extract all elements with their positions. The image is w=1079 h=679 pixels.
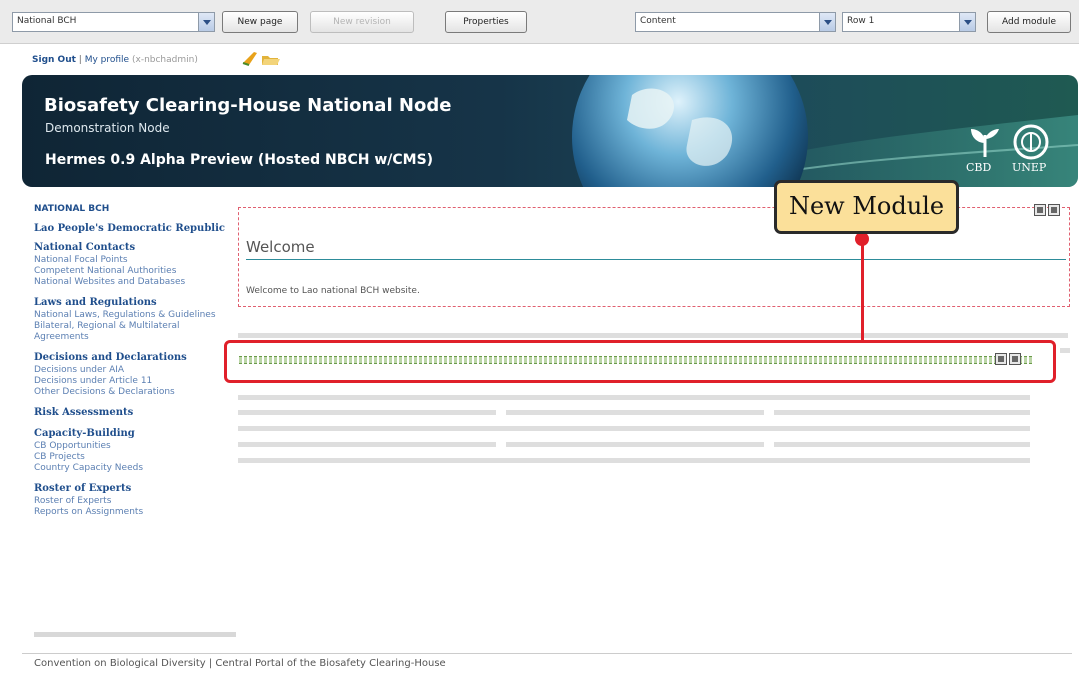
edit-mode-icons <box>242 52 280 66</box>
chevron-down-icon[interactable] <box>819 13 835 31</box>
edit-pencil-icon[interactable] <box>242 52 257 66</box>
nav-link[interactable]: Other Decisions & Declarations <box>34 387 234 398</box>
nav-link[interactable]: CB Opportunities <box>34 441 234 452</box>
nav-heading[interactable]: National Contacts <box>34 242 234 254</box>
footer: Convention on Biological Diversity | Cen… <box>34 658 446 669</box>
placeholder-bar <box>238 458 1030 463</box>
new-module-placeholder <box>239 356 1032 364</box>
site-banner: Biosafety Clearing-House National Node D… <box>22 75 1078 187</box>
nav-group-roster-experts: Roster of Experts Roster of Experts Repo… <box>34 483 234 518</box>
welcome-text: Welcome to Lao national BCH website. <box>246 286 420 296</box>
banner-version: Hermes 0.9 Alpha Preview (Hosted NBCH w/… <box>45 152 434 168</box>
nav-group-laws-regulations: Laws and Regulations National Laws, Regu… <box>34 297 234 343</box>
username-label: (x-nbchadmin) <box>131 55 198 65</box>
nav-link[interactable]: National Focal Points <box>34 255 234 266</box>
new-module-controls <box>995 350 1025 365</box>
nav-heading[interactable]: Capacity-Building <box>34 428 234 440</box>
new-module-highlight[interactable] <box>224 340 1056 383</box>
placeholder-bar <box>1060 348 1070 353</box>
edit-module-icon[interactable] <box>995 353 1007 365</box>
nav-group-risk-assessments: Risk Assessments <box>34 407 234 419</box>
placeholder-bar <box>506 442 764 447</box>
welcome-divider <box>246 259 1066 260</box>
globe-icon <box>572 75 808 187</box>
nav-link[interactable]: Competent National Authorities <box>34 266 234 277</box>
nav-group-capacity-building: Capacity-Building CB Opportunities CB Pr… <box>34 428 234 474</box>
nav-link[interactable]: CB Projects <box>34 452 234 463</box>
left-navigation: NATIONAL BCH Lao People's Democratic Rep… <box>34 200 234 527</box>
cms-toolbar: National BCH New page New revision Prope… <box>0 0 1079 44</box>
user-bar-separator: | <box>78 55 82 65</box>
footer-portal-link[interactable]: Central Portal of the Biosafety Clearing… <box>215 658 445 669</box>
user-bar: Sign Out | My profile (x-nbchadmin) <box>32 55 198 65</box>
zone-select[interactable]: Content <box>635 12 836 32</box>
new-revision-button[interactable]: New revision <box>310 11 414 33</box>
placeholder-bar <box>238 426 1030 431</box>
row-select-value: Row 1 <box>847 16 875 26</box>
cbd-leaf-icon[interactable] <box>967 127 1003 159</box>
row-select[interactable]: Row 1 <box>842 12 976 32</box>
site-select-value: National BCH <box>17 16 77 26</box>
banner-title: Biosafety Clearing-House National Node <box>44 95 452 116</box>
placeholder-bar <box>238 333 1068 338</box>
site-select[interactable]: National BCH <box>12 12 215 32</box>
welcome-module-controls <box>1034 201 1064 216</box>
unep-emblem-icon[interactable] <box>1012 123 1050 161</box>
banner-subtitle: Demonstration Node <box>45 121 170 135</box>
callout-connector <box>861 238 864 343</box>
edit-module-icon[interactable] <box>1034 204 1046 216</box>
welcome-title: Welcome <box>246 238 315 256</box>
placeholder-bar <box>774 442 1030 447</box>
chevron-down-icon[interactable] <box>959 13 975 31</box>
zone-select-value: Content <box>640 16 676 26</box>
nav-heading[interactable]: Decisions and Declarations <box>34 352 234 364</box>
nav-link[interactable]: Decisions under Article 11 <box>34 376 234 387</box>
footer-divider <box>22 653 1072 654</box>
cbd-logo-label: CBD <box>966 161 992 174</box>
placeholder-bar <box>506 410 764 415</box>
nav-root-link[interactable]: NATIONAL BCH <box>34 204 234 214</box>
new-module-callout: New Module <box>774 180 959 234</box>
nav-heading[interactable]: Laws and Regulations <box>34 297 234 309</box>
nav-group-decisions: Decisions and Declarations Decisions und… <box>34 352 234 398</box>
sidebar-divider <box>34 632 236 637</box>
nav-link[interactable]: Reports on Assignments <box>34 507 234 518</box>
callout-anchor-dot <box>855 232 869 246</box>
placeholder-bar <box>774 410 1030 415</box>
unep-logo-label: UNEP <box>1012 161 1047 174</box>
footer-separator: | <box>208 658 213 669</box>
placeholder-bar <box>238 410 496 415</box>
placeholder-bar <box>238 395 1030 400</box>
nav-link[interactable]: Country Capacity Needs <box>34 463 234 474</box>
footer-cbd-link[interactable]: Convention on Biological Diversity <box>34 658 206 669</box>
remove-module-icon[interactable] <box>1048 204 1060 216</box>
nav-country-link[interactable]: Lao People's Democratic Republic <box>34 223 234 234</box>
properties-button[interactable]: Properties <box>445 11 527 33</box>
folder-open-icon[interactable] <box>262 56 280 65</box>
remove-module-icon[interactable] <box>1009 353 1021 365</box>
new-page-button[interactable]: New page <box>222 11 298 33</box>
nav-link[interactable]: National Websites and Databases <box>34 277 234 288</box>
nav-heading[interactable]: Roster of Experts <box>34 483 234 495</box>
sign-out-link[interactable]: Sign Out <box>32 55 76 65</box>
nav-link[interactable]: National Laws, Regulations & Guidelines <box>34 310 234 321</box>
placeholder-bar <box>238 442 496 447</box>
nav-link[interactable]: Bilateral, Regional & Multilateral Agree… <box>34 321 234 343</box>
chevron-down-icon[interactable] <box>198 13 214 31</box>
nav-link[interactable]: Decisions under AIA <box>34 365 234 376</box>
add-module-button[interactable]: Add module <box>987 11 1071 33</box>
banner-artwork <box>572 75 1078 187</box>
nav-heading[interactable]: Risk Assessments <box>34 407 234 419</box>
my-profile-link[interactable]: My profile <box>85 55 129 65</box>
nav-group-national-contacts: National Contacts National Focal Points … <box>34 242 234 288</box>
nav-link[interactable]: Roster of Experts <box>34 496 234 507</box>
